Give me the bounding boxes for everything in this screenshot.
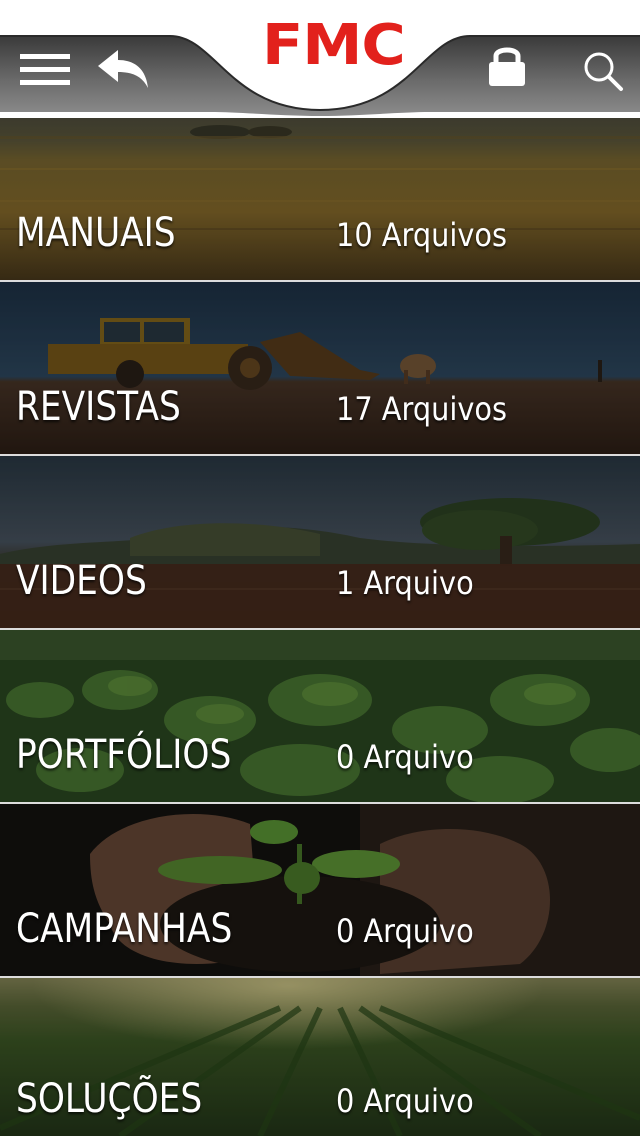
category-title: MANUAIS (16, 210, 176, 256)
category-row-manuais[interactable]: MANUAIS 10 Arquivos (0, 108, 640, 282)
file-count: 0 Arquivo (336, 912, 474, 950)
category-title: CAMPANHAS (16, 906, 233, 952)
lock-button[interactable] (486, 44, 528, 88)
hamburger-menu-icon (20, 54, 70, 85)
category-row-videos[interactable]: VIDEOS 1 Arquivo (0, 456, 640, 630)
file-count: 0 Arquivo (336, 1082, 474, 1120)
menu-button[interactable] (20, 52, 72, 88)
category-title: PORTFÓLIOS (16, 732, 232, 778)
category-title: REVISTAS (16, 384, 181, 430)
back-button[interactable] (96, 48, 152, 90)
category-row-portfolios[interactable]: PORTFÓLIOS 0 Arquivo (0, 630, 640, 804)
file-count: 0 Arquivo (336, 738, 474, 776)
category-row-solucoes[interactable]: SOLUÇÕES 0 Arquivo (0, 978, 640, 1136)
category-row-campanhas[interactable]: CAMPANHAS 0 Arquivo (0, 804, 640, 978)
category-title: SOLUÇÕES (16, 1076, 203, 1122)
file-count: 1 Arquivo (336, 564, 474, 602)
category-title: VIDEOS (16, 558, 147, 604)
search-icon (584, 52, 623, 91)
lock-icon (489, 47, 525, 86)
fmc-logo: FMC (262, 13, 406, 78)
back-arrow-icon (98, 50, 148, 88)
app-header: FMC (0, 0, 640, 118)
file-count: 10 Arquivos (336, 216, 508, 254)
file-count: 17 Arquivos (336, 390, 508, 428)
search-button[interactable] (582, 50, 624, 92)
category-row-revistas[interactable]: REVISTAS 17 Arquivos (0, 282, 640, 456)
